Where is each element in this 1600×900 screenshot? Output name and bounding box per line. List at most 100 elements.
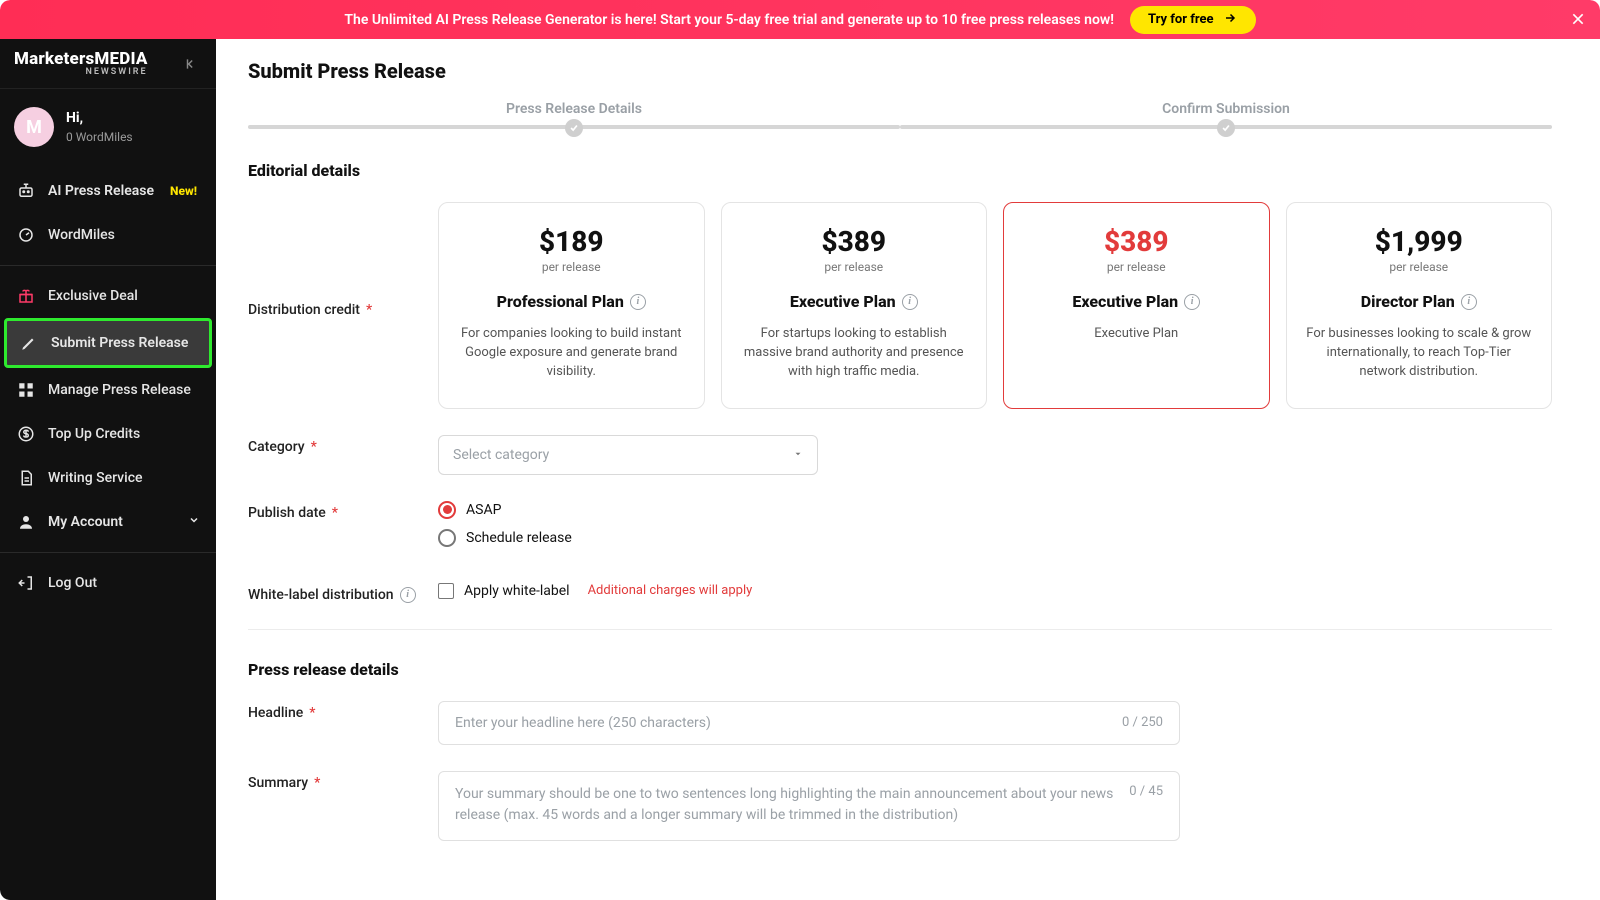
plan-per: per release [1022, 260, 1251, 274]
logout-icon [16, 573, 36, 593]
brand-header: MarketersMEDIA NEWSWIRE [0, 39, 216, 89]
gift-icon [16, 286, 36, 306]
label-text: Headline [248, 705, 303, 721]
user-wordmiles: 0 WordMiles [66, 130, 133, 144]
info-icon[interactable]: i [1184, 294, 1200, 310]
bot-icon [16, 181, 36, 201]
sidebar-item-label: Log Out [48, 575, 97, 591]
main-content: Submit Press Release Press Release Detai… [216, 39, 1600, 900]
publish-schedule-radio[interactable]: Schedule release [438, 529, 1552, 547]
plan-executive-1[interactable]: $389 per release Executive Plani For sta… [721, 202, 988, 409]
headline-input[interactable]: Enter your headline here (250 characters… [438, 701, 1180, 745]
brand-line1: MarketersMEDIA [14, 51, 148, 68]
plan-name: Director Plan i [1361, 292, 1477, 311]
required-mark: * [311, 439, 317, 455]
sidebar-item-ai-press-release[interactable]: AI Press Release New! [0, 169, 216, 213]
sidebar-item-wordmiles[interactable]: WordMiles [0, 213, 216, 257]
plan-name-text: Executive Plan [790, 292, 896, 311]
row-white-label: White-label distribution i Apply white-l… [248, 583, 1552, 603]
divider [0, 552, 216, 553]
row-summary: Summary* Your summary should be one to t… [248, 771, 1552, 841]
document-icon [16, 468, 36, 488]
label-text: Distribution credit [248, 302, 360, 318]
required-mark: * [314, 775, 320, 791]
publish-asap-radio[interactable]: ASAP [438, 501, 1552, 519]
sidebar-item-logout[interactable]: Log Out [0, 561, 216, 605]
grid-icon [16, 380, 36, 400]
row-headline: Headline * Enter your headline here (250 … [248, 701, 1552, 745]
white-label-warning: Additional charges will apply [588, 583, 753, 598]
headline-counter: 0 / 250 [1122, 715, 1163, 730]
sidebar-item-my-account[interactable]: My Account [0, 500, 216, 544]
row-category: Category* Select category [248, 435, 1552, 475]
category-select[interactable]: Select category [438, 435, 818, 475]
sidebar-item-label: WordMiles [48, 227, 115, 243]
banner-text: The Unlimited AI Press Release Generator… [344, 12, 1114, 28]
avatar: M [14, 107, 54, 147]
sidebar: MarketersMEDIA NEWSWIRE M Hi, 0 WordMile… [0, 39, 216, 900]
sidebar-item-writing-service[interactable]: Writing Service [0, 456, 216, 500]
step-press-release-details: Press Release Details [248, 101, 900, 129]
user-greeting: Hi, [66, 110, 133, 126]
gauge-icon [16, 225, 36, 245]
user-text: Hi, 0 WordMiles [66, 110, 133, 144]
check-icon [565, 119, 583, 137]
info-icon[interactable]: i [400, 587, 416, 603]
plan-executive-2[interactable]: $389 per release Executive Plan i Executi… [1003, 202, 1270, 409]
section-editorial-details: Editorial details [248, 161, 1552, 180]
step-confirm-submission: Confirm Submission [900, 101, 1552, 129]
plan-professional[interactable]: $189 per release Professional Plani For … [438, 202, 705, 409]
dollar-icon [16, 424, 36, 444]
select-placeholder: Select category [453, 447, 549, 463]
plan-price: $389 [1022, 225, 1251, 258]
page-title: Submit Press Release [248, 59, 1552, 83]
sidebar-item-manage-press-release[interactable]: Manage Press Release [0, 368, 216, 412]
sidebar-item-topup-credits[interactable]: Top Up Credits [0, 412, 216, 456]
plan-price: $189 [457, 225, 686, 258]
avatar-initial: M [26, 117, 42, 138]
info-icon[interactable]: i [630, 294, 646, 310]
distribution-credit-label: Distribution credit * [248, 202, 438, 318]
plan-name-text: Executive Plan [1072, 292, 1178, 311]
collapse-sidebar-icon[interactable] [180, 53, 202, 75]
sidebar-item-label: Writing Service [48, 470, 143, 486]
stepper: Press Release Details Confirm Submission [248, 101, 1552, 129]
required-mark: * [332, 505, 338, 521]
radio-label: Schedule release [466, 530, 572, 546]
pencil-icon [19, 333, 39, 353]
summary-counter: 0 / 45 [1129, 784, 1163, 828]
sidebar-item-label: Manage Press Release [48, 382, 191, 398]
sidebar-item-exclusive-deal[interactable]: Exclusive Deal [0, 274, 216, 318]
close-icon[interactable] [1570, 8, 1586, 32]
plan-per: per release [740, 260, 969, 274]
check-icon [1217, 119, 1235, 137]
try-for-free-button[interactable]: Try for free [1130, 6, 1256, 34]
checkbox-icon [438, 583, 454, 599]
white-label-checkbox-row[interactable]: Apply white-label Additional charges wil… [438, 583, 1552, 599]
white-label-label: White-label distribution i [248, 583, 438, 603]
plan-per: per release [1305, 260, 1534, 274]
label-text: White-label distribution [248, 587, 394, 603]
sidebar-item-label: Submit Press Release [51, 335, 188, 351]
info-icon[interactable]: i [902, 294, 918, 310]
required-mark: * [366, 302, 372, 318]
plan-desc: Executive Plan [1022, 325, 1251, 344]
info-icon[interactable]: i [1461, 294, 1477, 310]
plan-director[interactable]: $1,999 per release Director Plani For bu… [1286, 202, 1553, 409]
summary-textarea[interactable]: Your summary should be one to two senten… [438, 771, 1180, 841]
plan-per: per release [457, 260, 686, 274]
radio-icon [438, 501, 456, 519]
required-mark: * [309, 705, 315, 721]
plan-price: $389 [740, 225, 969, 258]
step-label: Press Release Details [248, 101, 900, 117]
sidebar-item-submit-press-release[interactable]: Submit Press Release [4, 318, 212, 368]
caret-down-icon [793, 447, 803, 463]
step-label: Confirm Submission [900, 101, 1552, 117]
summary-label: Summary* [248, 771, 438, 791]
sidebar-item-label: Top Up Credits [48, 426, 140, 442]
row-distribution-credit: Distribution credit * $189 per release Pr… [248, 202, 1552, 409]
sidebar-item-label: Exclusive Deal [48, 288, 138, 304]
plan-name-text: Professional Plan [497, 292, 624, 311]
radio-label: ASAP [466, 502, 501, 518]
plan-name-text: Director Plan [1361, 292, 1455, 311]
